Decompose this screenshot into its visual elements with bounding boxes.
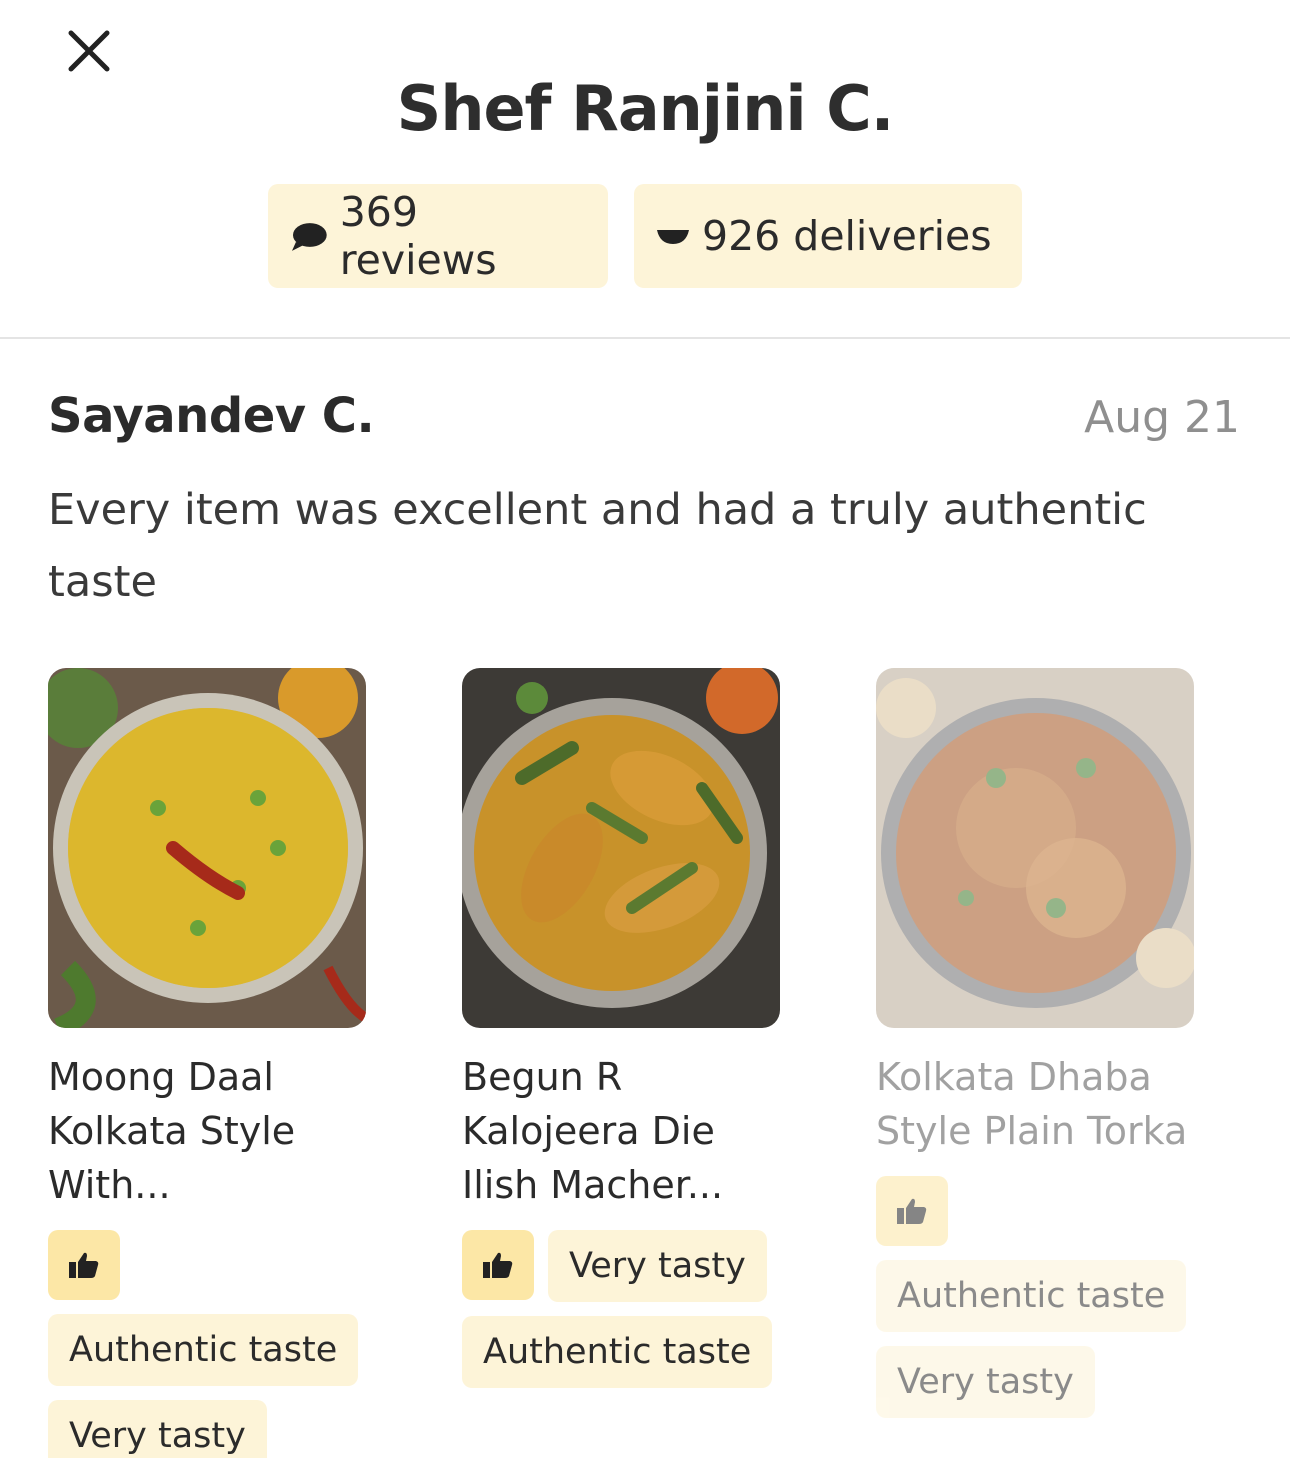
dish-tags: Authentic taste Very tasty — [48, 1230, 378, 1458]
thumbs-up-icon — [483, 1252, 513, 1278]
reviews-count-label: 369 reviews — [339, 188, 497, 284]
dish-photo — [462, 668, 780, 1028]
reviewed-dishes-carousel[interactable]: Moong Daal Kolkata Style With... Authent… — [48, 668, 1242, 1458]
thumbs-up-badge — [876, 1176, 948, 1246]
close-icon — [68, 30, 110, 72]
thumbs-up-icon — [69, 1252, 99, 1278]
header-divider — [0, 337, 1290, 339]
review-date: Aug 21 — [1084, 392, 1240, 443]
thumbs-up-icon — [897, 1198, 927, 1224]
tag-chip: Authentic taste — [48, 1314, 359, 1386]
thumbs-up-badge — [48, 1230, 120, 1300]
tag-chip: Very tasty — [48, 1400, 267, 1458]
reviewer-name: Sayandev C. — [48, 388, 375, 444]
tag-chip: Authentic taste — [462, 1316, 773, 1388]
chat-bubble-icon — [291, 223, 327, 251]
reviews-count-pill[interactable]: 369 reviews — [268, 184, 608, 288]
bowl-icon — [657, 230, 689, 244]
tag-chip: Very tasty — [876, 1346, 1095, 1418]
tag-chip: Authentic taste — [876, 1260, 1187, 1332]
dish-name: Kolkata Dhaba Style Plain Torka — [876, 1055, 1188, 1153]
deliveries-count-pill[interactable]: 926 deliveries — [634, 184, 1022, 288]
tag-chip: Very tasty — [548, 1230, 767, 1302]
stats-row: 369 reviews 926 deliveries — [0, 184, 1290, 288]
dish-card[interactable]: Moong Daal Kolkata Style With... Authent… — [48, 668, 388, 1458]
dish-photo — [876, 668, 1194, 1028]
dish-name: Begun R Kalojeera Die Ilish Macher... — [462, 1055, 724, 1207]
dish-tags: Authentic taste Very tasty — [876, 1176, 1206, 1418]
dish-card[interactable]: Begun R Kalojeera Die Ilish Macher... Ve… — [462, 668, 802, 1388]
dish-name: Moong Daal Kolkata Style With... — [48, 1055, 296, 1207]
dish-card[interactable]: Kolkata Dhaba Style Plain Torka Authenti… — [876, 668, 1216, 1418]
shef-reviews-screen: Shef Ranjini C. 369 reviews 926 deliveri… — [0, 0, 1290, 1471]
thumbs-up-badge — [462, 1230, 534, 1300]
review-text: Every item was excellent and had a truly… — [48, 485, 1147, 607]
dish-photo — [48, 668, 366, 1028]
page-title: Shef Ranjini C. — [396, 72, 895, 145]
dish-tags: Very tasty Authentic taste — [462, 1230, 792, 1388]
deliveries-count-label: 926 deliveries — [702, 212, 992, 260]
carousel-fade-edge — [1192, 668, 1242, 1458]
